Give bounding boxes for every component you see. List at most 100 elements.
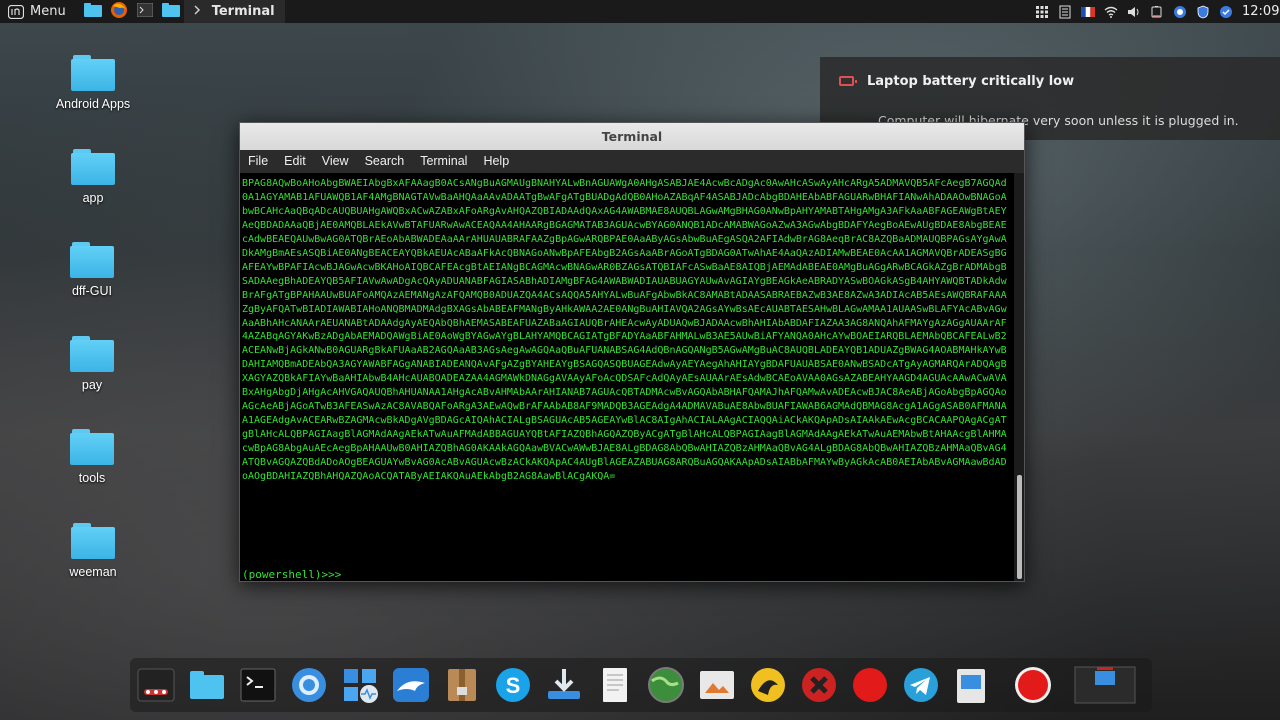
- menu-view[interactable]: View: [314, 150, 357, 173]
- dock-window-preview[interactable]: [1073, 664, 1137, 706]
- system-tray: 12:09: [1035, 0, 1280, 23]
- dock-wireshark[interactable]: [390, 664, 432, 706]
- menu-label: Menu: [30, 4, 66, 19]
- volume-icon[interactable]: [1127, 5, 1141, 19]
- terminal-icon: [240, 668, 276, 702]
- telegram-icon: [904, 668, 938, 702]
- taskbar-terminal-label: Terminal: [211, 4, 275, 19]
- terminal-window[interactable]: Terminal File Edit View Search Terminal …: [239, 122, 1025, 582]
- menu-file[interactable]: File: [240, 150, 276, 173]
- folder-icon: [71, 55, 115, 91]
- system-monitor-icon: [344, 669, 378, 703]
- terminal-window-title: Terminal: [601, 129, 663, 144]
- workspace-grid-icon[interactable]: [1035, 5, 1049, 19]
- firefox-icon: [110, 1, 128, 23]
- dock-text-editor[interactable]: [594, 664, 636, 706]
- terminal-menubar: File Edit View Search Terminal Help: [240, 150, 1024, 173]
- terminal-output: BPAG8AQwBoAHoAbgBWAEIAbgBxAFAAagB0ACsANg…: [242, 178, 1007, 483]
- dock-mixer[interactable]: [135, 664, 177, 706]
- terminal-launcher[interactable]: [132, 0, 158, 23]
- folder-icon: [190, 671, 224, 699]
- dock-globe[interactable]: [645, 664, 687, 706]
- show-desktop-launcher[interactable]: [80, 0, 106, 23]
- folder-icon: [161, 2, 180, 21]
- desktop-icon-dff-gui[interactable]: dff-GUI: [47, 242, 137, 298]
- top-panel: Menu Terminal 12:09: [0, 0, 1280, 23]
- folder-icon: [70, 429, 114, 465]
- desktop-icon-label: dff-GUI: [71, 284, 113, 298]
- browser-icon: [292, 668, 326, 702]
- download-icon: [548, 669, 580, 699]
- menu-terminal[interactable]: Terminal: [412, 150, 475, 173]
- dock-skype[interactable]: S: [492, 664, 534, 706]
- record-icon: [1015, 667, 1051, 703]
- desktop-icon-label: tools: [78, 471, 106, 485]
- folder-icon: [71, 523, 115, 559]
- x-app-icon: [802, 668, 836, 702]
- notes-icon[interactable]: [1058, 5, 1072, 19]
- burp-icon: [751, 668, 785, 702]
- terminal-content[interactable]: BPAG8AQwBoAHoAbgBWAEIAbgBxAFAAagB0ACsANg…: [240, 173, 1014, 581]
- dock-downloader[interactable]: [543, 664, 585, 706]
- dock-x-app[interactable]: [798, 664, 840, 706]
- screenshot-icon: [957, 669, 985, 703]
- desktop-icon-label: app: [82, 191, 104, 205]
- update-manager-icon[interactable]: [1219, 5, 1233, 19]
- dock-archive-manager[interactable]: [441, 664, 483, 706]
- mint-logo-icon: [8, 4, 24, 19]
- menu-button[interactable]: Menu: [0, 0, 74, 23]
- dock-browser[interactable]: [288, 664, 330, 706]
- clock[interactable]: 12:09: [1242, 4, 1280, 19]
- terminal-scrollbar-thumb[interactable]: [1017, 475, 1022, 579]
- archive-icon: [448, 669, 476, 701]
- dock-screenshot[interactable]: [951, 664, 993, 706]
- terminal-small-icon: [136, 2, 154, 21]
- skype-icon: S: [496, 668, 530, 702]
- folder-icon: [70, 242, 114, 278]
- dock-telegram[interactable]: [900, 664, 942, 706]
- menu-edit[interactable]: Edit: [276, 150, 314, 173]
- notification-title: Laptop battery critically low: [867, 74, 1075, 89]
- dock-red-dot-app[interactable]: [849, 664, 891, 706]
- mixer-icon: [137, 668, 175, 702]
- battery-warning-icon: [839, 76, 857, 86]
- folder-icon: [70, 336, 114, 372]
- red-dot-icon: [853, 668, 887, 702]
- desktop-icon-tools[interactable]: tools: [47, 429, 137, 485]
- terminal-prompt[interactable]: (powershell)>>>: [242, 568, 1012, 581]
- dock-image-viewer[interactable]: [696, 664, 738, 706]
- desktop-icon-label: weeman: [69, 565, 117, 579]
- desktop-icon-label: pay: [81, 378, 103, 392]
- desktop-icon-app[interactable]: app: [48, 149, 138, 205]
- wifi-icon[interactable]: [1104, 5, 1118, 19]
- folder-icon: [83, 2, 102, 21]
- dock-terminal[interactable]: [237, 664, 279, 706]
- menu-search[interactable]: Search: [357, 150, 413, 173]
- dock-burp[interactable]: [747, 664, 789, 706]
- image-viewer-icon: [700, 671, 734, 699]
- menu-help[interactable]: Help: [475, 150, 517, 173]
- keyboard-layout-flag-icon[interactable]: [1081, 5, 1095, 19]
- terminal-titlebar[interactable]: Terminal: [240, 123, 1024, 150]
- terminal-task-icon: [194, 4, 204, 20]
- desktop-icon-pay[interactable]: pay: [47, 336, 137, 392]
- dock: S: [130, 658, 1152, 712]
- desktop-icon-weeman[interactable]: weeman: [48, 523, 138, 579]
- battery-icon[interactable]: [1150, 5, 1164, 19]
- globe-icon: [648, 667, 684, 703]
- desktop-icon-android-apps[interactable]: Android Apps: [48, 55, 138, 111]
- window-preview-icon: [1074, 666, 1136, 704]
- shark-icon: [393, 668, 429, 702]
- dock-recorder[interactable]: [1012, 664, 1054, 706]
- taskbar-terminal-button[interactable]: Terminal: [183, 0, 285, 23]
- shield-icon[interactable]: [1196, 5, 1210, 19]
- dock-system-monitor[interactable]: [339, 664, 381, 706]
- dock-files[interactable]: [186, 664, 228, 706]
- text-editor-icon: [603, 668, 627, 702]
- svg-text:S: S: [506, 673, 521, 698]
- folder-icon: [71, 149, 115, 185]
- firefox-launcher[interactable]: [106, 0, 132, 23]
- desktop-icon-label: Android Apps: [55, 97, 131, 111]
- vpn-icon[interactable]: [1173, 5, 1187, 19]
- files-launcher[interactable]: [158, 0, 184, 23]
